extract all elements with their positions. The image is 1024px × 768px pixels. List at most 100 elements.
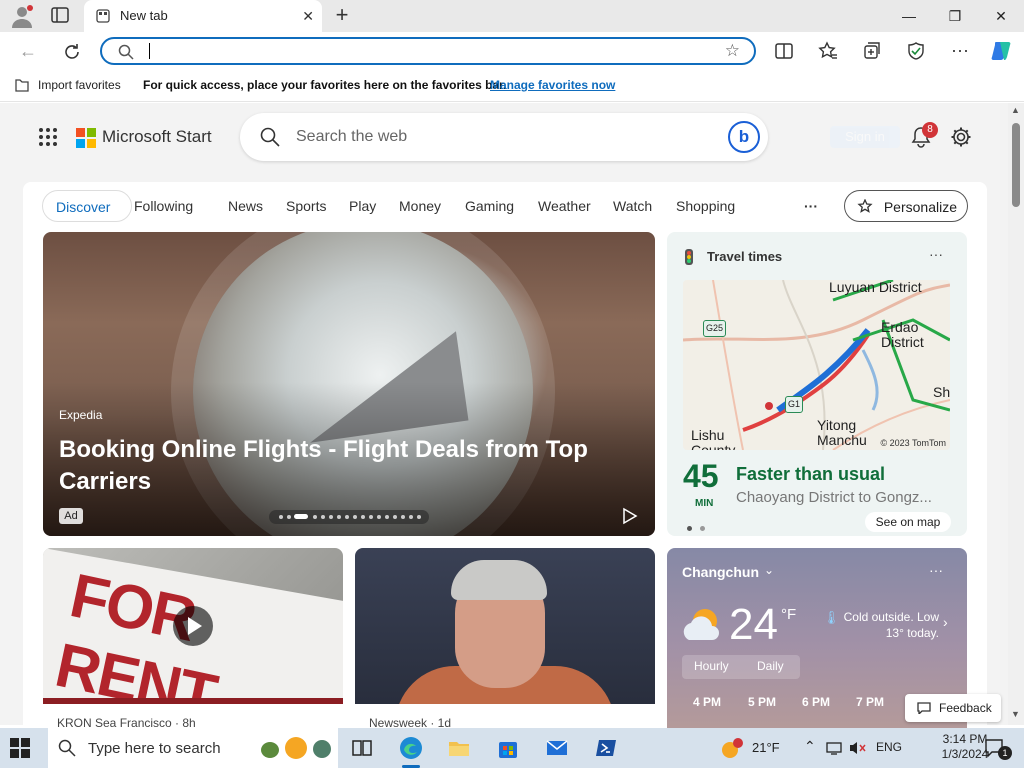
weather-city[interactable]: Changchun xyxy=(682,564,759,580)
chevron-down-icon[interactable]: ⌄ xyxy=(764,563,774,577)
weather-more-button[interactable]: ··· xyxy=(929,562,943,578)
file-explorer-icon[interactable] xyxy=(447,736,471,760)
taskbar-search-box[interactable]: Type here to search xyxy=(48,728,338,768)
windows-start-icon[interactable] xyxy=(10,738,30,758)
chevron-right-icon[interactable]: › xyxy=(943,614,948,630)
weather-forecast-tabs: Hourly Daily xyxy=(682,655,800,679)
feedback-label: Feedback xyxy=(939,701,992,715)
import-favorites-link[interactable]: Import favorites xyxy=(38,78,121,92)
traffic-map[interactable]: Luyuan District Erdao District Lishu Cou… xyxy=(683,280,950,450)
powershell-icon[interactable] xyxy=(594,736,618,760)
news-card[interactable]: FOR RENT KRON Sea Francisco · 8h xyxy=(43,548,343,728)
tab-following[interactable]: Following xyxy=(134,190,193,222)
carousel-indicator[interactable] xyxy=(269,510,429,524)
tab-hourly[interactable]: Hourly xyxy=(694,659,729,673)
tab-play[interactable]: Play xyxy=(349,190,376,222)
edge-app-icon[interactable] xyxy=(399,736,423,760)
address-bar[interactable]: ☆ xyxy=(100,37,756,65)
settings-more-icon[interactable]: ··· xyxy=(950,40,970,62)
ad-badge: Ad xyxy=(59,508,83,524)
travel-pager[interactable] xyxy=(687,518,713,536)
hero-ad-card[interactable]: Expedia Booking Online Flights - Flight … xyxy=(43,232,655,536)
tab-actions-icon[interactable] xyxy=(50,6,72,26)
weather-note: Cold outside. Low 13° today. xyxy=(843,610,939,640)
favorites-bar-message: For quick access, place your favorites h… xyxy=(143,78,507,92)
hero-title[interactable]: Booking Online Flights - Flight Deals fr… xyxy=(59,434,619,498)
taskbar-search-placeholder: Type here to search xyxy=(88,740,221,757)
map-label: Yitong Manchu xyxy=(817,417,867,448)
close-tab-icon[interactable]: ✕ xyxy=(302,8,314,25)
travel-route: Chaoyang District to Gongz... xyxy=(736,489,932,506)
collections-icon[interactable] xyxy=(861,40,883,62)
travel-times-card[interactable]: Travel times ··· Luyuan District Erdao D… xyxy=(667,232,967,536)
tab-sports[interactable]: Sports xyxy=(286,190,326,222)
app-launcher-icon[interactable] xyxy=(38,127,58,147)
text-caret xyxy=(149,43,150,59)
traffic-light-icon xyxy=(685,249,693,265)
close-window-button[interactable]: ✕ xyxy=(978,0,1024,32)
copilot-icon[interactable] xyxy=(990,39,1014,63)
page-settings-gear-icon[interactable] xyxy=(950,126,972,148)
news-card[interactable]: Newsweek · 1d xyxy=(355,548,655,728)
forecast-hour[interactable]: 7 PM xyxy=(856,695,884,709)
tab-money[interactable]: Money xyxy=(399,190,441,222)
new-tab-button[interactable]: + xyxy=(330,4,354,28)
import-favorites-icon[interactable] xyxy=(14,78,30,92)
tab-shopping[interactable]: Shopping xyxy=(676,190,735,222)
forecast-hour[interactable]: 5 PM xyxy=(748,695,776,709)
volume-muted-icon[interactable] xyxy=(848,740,866,756)
travel-more-button[interactable]: ··· xyxy=(929,246,943,262)
search-highlight-icon xyxy=(261,737,331,759)
network-icon[interactable] xyxy=(826,740,842,756)
travel-times-title: Travel times xyxy=(707,249,783,264)
tab-news[interactable]: News xyxy=(228,190,263,222)
notification-count: 1 xyxy=(998,746,1012,760)
weather-widget-icon[interactable] xyxy=(720,738,746,760)
weather-temperature: 24 xyxy=(729,600,778,649)
weather-unit[interactable]: °F xyxy=(781,606,796,623)
refresh-icon[interactable] xyxy=(62,42,82,62)
input-language[interactable]: ENG xyxy=(876,740,902,754)
more-tabs-button[interactable]: ··· xyxy=(804,190,818,222)
web-search-box[interactable]: Search the web b xyxy=(240,113,768,161)
split-screen-icon[interactable] xyxy=(773,40,795,62)
taskbar-temperature[interactable]: 21°F xyxy=(752,740,780,755)
see-on-map-button[interactable]: See on map xyxy=(865,512,951,532)
personalize-label: Personalize xyxy=(883,199,957,215)
forecast-hour[interactable]: 4 PM xyxy=(693,695,721,709)
restore-button[interactable]: ❐ xyxy=(932,0,978,32)
tab-daily[interactable]: Daily xyxy=(757,659,784,673)
active-tab[interactable]: New tab ✕ xyxy=(84,0,322,32)
notification-count-badge: 8 xyxy=(922,122,938,138)
manage-favorites-link[interactable]: Manage favorites now xyxy=(490,78,615,92)
bing-chat-icon[interactable]: b xyxy=(728,121,760,153)
favorites-icon[interactable] xyxy=(817,40,839,62)
feedback-button[interactable]: Feedback xyxy=(905,694,1001,722)
favorite-star-icon[interactable]: ☆ xyxy=(725,41,740,61)
back-button[interactable]: ← xyxy=(16,40,40,62)
tab-weather[interactable]: Weather xyxy=(538,190,591,222)
page-scrollbar[interactable]: ▲ ▼ xyxy=(1008,103,1024,725)
map-label: Luyuan District xyxy=(829,280,922,295)
play-video-icon[interactable] xyxy=(173,606,213,646)
travel-minutes: 45 xyxy=(683,458,719,494)
microsoft-store-icon[interactable] xyxy=(496,736,520,760)
feedback-icon xyxy=(917,702,931,714)
task-view-icon[interactable] xyxy=(350,736,374,760)
minimize-button[interactable]: — xyxy=(886,0,932,32)
ad-choices-icon[interactable] xyxy=(621,507,639,525)
personalize-button[interactable]: Personalize xyxy=(844,190,968,222)
sign-in-button[interactable]: Sign in xyxy=(830,126,900,148)
map-label: Erdao District xyxy=(881,319,924,350)
browser-essentials-icon[interactable] xyxy=(905,40,927,62)
microsoft-start-title[interactable]: Microsoft Start xyxy=(102,127,212,147)
tab-discover[interactable]: Discover xyxy=(42,190,132,222)
profile-icon[interactable] xyxy=(10,4,34,28)
tab-gaming[interactable]: Gaming xyxy=(465,190,514,222)
forecast-hour[interactable]: 6 PM xyxy=(802,695,830,709)
mail-icon[interactable] xyxy=(545,736,569,760)
travel-status: Faster than usual xyxy=(736,464,886,484)
favorites-bar: Import favorites For quick access, place… xyxy=(0,70,1024,102)
chevron-up-icon[interactable]: ⌃ xyxy=(804,738,816,755)
tab-watch[interactable]: Watch xyxy=(613,190,652,222)
